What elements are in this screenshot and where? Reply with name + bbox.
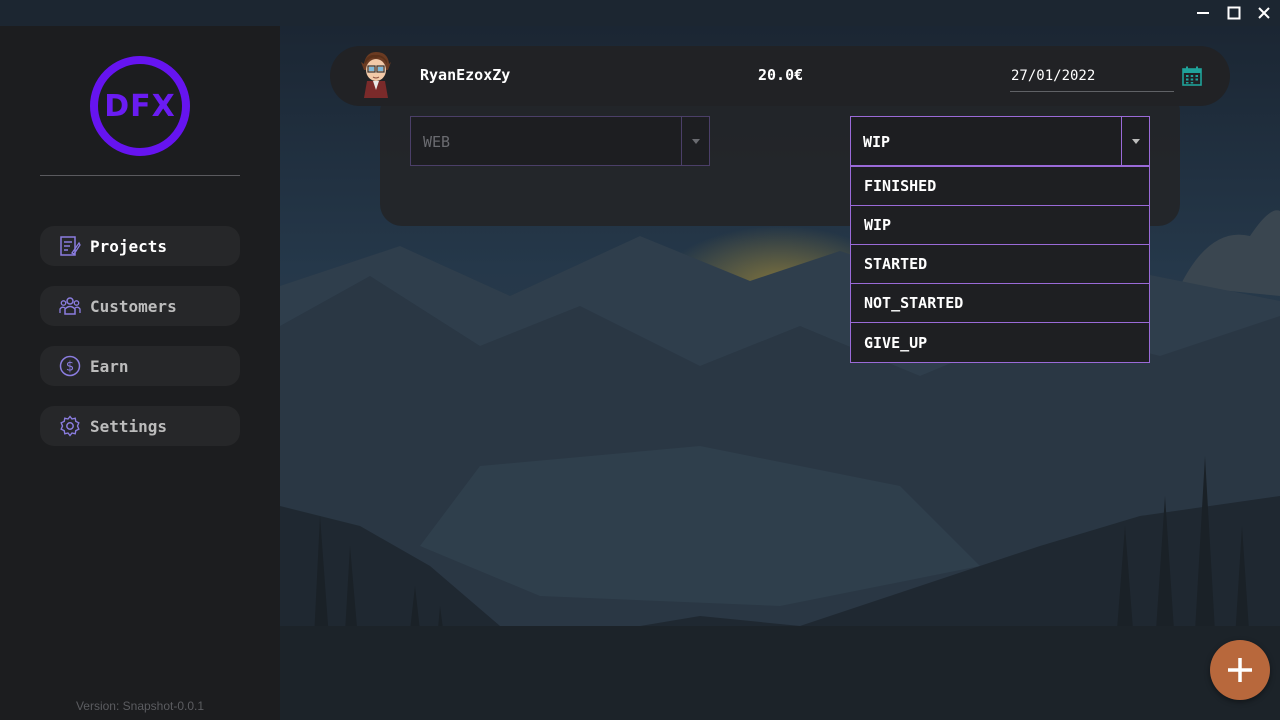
project-type-value: WEB [423,133,451,151]
sidebar-item-customers[interactable]: Customers [40,286,240,326]
close-icon [1258,7,1270,19]
gear-icon [59,415,81,437]
calendar-icon [1182,66,1202,86]
status-dropdown-list: FINISHED WIP STARTED NOT_STARTED GIVE_UP [850,166,1150,363]
status-option-give-up[interactable]: GIVE_UP [851,323,1149,362]
window-titlebar [0,0,1280,26]
status-option-wip[interactable]: WIP [851,206,1149,245]
svg-text:$: $ [66,360,74,375]
project-card-header: RyanEzoxZy 20.0€ 27/01/2022 [330,46,1230,106]
maximize-icon [1227,6,1241,20]
project-price: 20.0€ [758,66,804,84]
chevron-down-icon [1131,138,1140,144]
sidebar-item-projects[interactable]: Projects [40,226,240,266]
sidebar-divider [40,175,240,176]
minimize-button[interactable] [1188,0,1218,26]
plus-icon [1228,658,1252,682]
customer-name: RyanEzoxZy [420,66,511,84]
sidebar-item-settings[interactable]: Settings [40,406,240,446]
version-label: Version: Snapshot-0.0.1 [75,699,205,713]
customers-icon [59,295,81,317]
calendar-button[interactable] [1180,64,1204,88]
avatar [358,50,394,102]
sidebar-item-earn[interactable]: $ Earn [40,346,240,386]
dollar-icon: $ [59,355,81,377]
sidebar-item-label: Earn [90,356,129,376]
minimize-icon [1197,12,1209,14]
close-button[interactable] [1249,0,1279,26]
chevron-down-icon [691,138,700,144]
status-option-finished[interactable]: FINISHED [851,167,1149,206]
date-value: 27/01/2022 [1011,68,1096,84]
maximize-button[interactable] [1219,0,1249,26]
status-option-not-started[interactable]: NOT_STARTED [851,284,1149,323]
sidebar: DFX Projects Customers $ Earn Settings V… [0,26,280,720]
logo-text: DFX [104,88,176,124]
project-status-select[interactable]: WIP [850,116,1150,166]
sidebar-item-label: Settings [90,416,168,436]
add-project-button[interactable] [1210,640,1270,700]
date-field[interactable]: 27/01/2022 [1010,60,1174,92]
app-logo: DFX [90,56,190,156]
sidebar-item-label: Customers [90,296,177,316]
status-dropdown-toggle[interactable] [1121,117,1149,165]
sidebar-item-label: Projects [90,236,168,256]
project-status-value: WIP [863,133,891,151]
projects-icon [59,235,81,257]
status-option-started[interactable]: STARTED [851,245,1149,284]
project-type-select[interactable]: WEB [410,116,710,166]
type-dropdown-toggle[interactable] [681,117,709,165]
